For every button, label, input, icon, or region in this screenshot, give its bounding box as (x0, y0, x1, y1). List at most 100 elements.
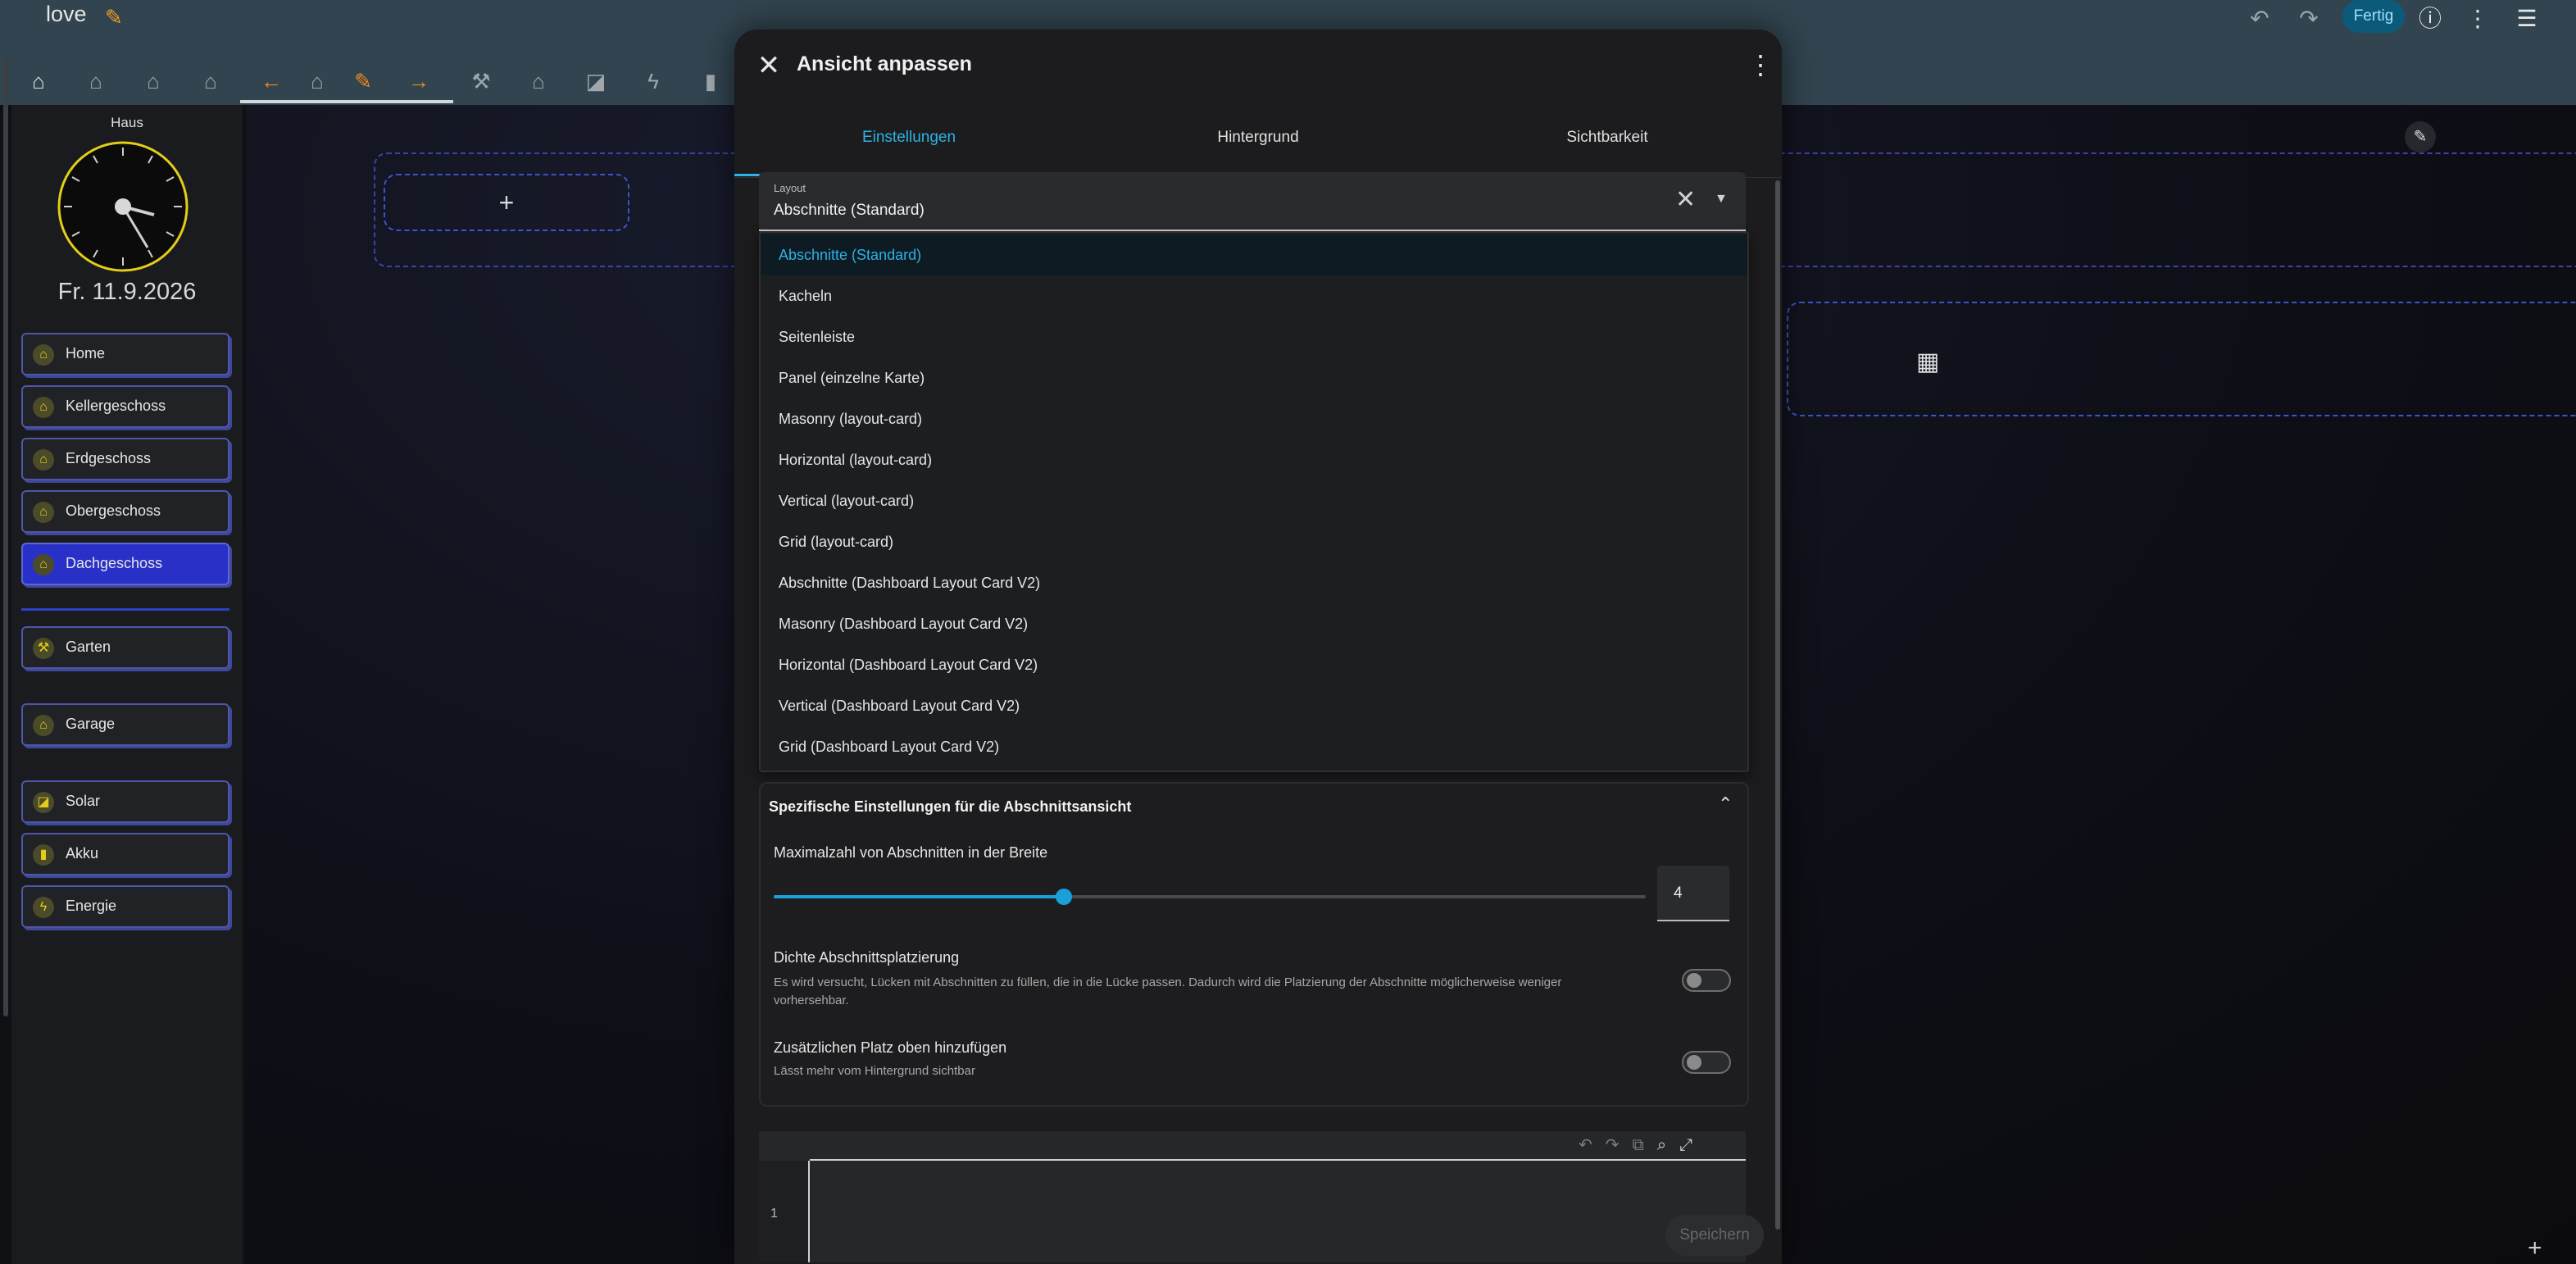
dropdown-arrow-icon[interactable]: ▼ (1715, 192, 1728, 207)
sidebar-item-label: Home (66, 345, 106, 361)
menu-item-label: Grid (layout-card) (779, 534, 894, 550)
copy-icon[interactable]: ⧉ (1633, 1136, 1657, 1154)
page-scrollbar[interactable] (3, 57, 8, 1016)
more-icon[interactable]: ⋮ (1747, 49, 1774, 80)
solar-icon: ◪ (33, 792, 54, 813)
help-icon[interactable]: ⓘ (2416, 5, 2444, 33)
tab-hintergrund[interactable]: Hintergrund (1084, 98, 1433, 177)
dialog-tabs: Einstellungen Hintergrund Sichtbarkeit (734, 98, 1782, 178)
editor-gutter: 1 (759, 1161, 810, 1262)
redo-icon[interactable]: ↷ (2295, 5, 2323, 33)
done-button[interactable]: Fertig (2342, 0, 2405, 33)
menu-item-label: Masonry (layout-card) (779, 411, 923, 427)
undo-icon[interactable]: ↶ (2246, 5, 2274, 33)
sidebar-item-kellergeschoss[interactable]: ⌂ Kellergeschoss (21, 385, 229, 428)
shovel-icon[interactable]: ⚒ (461, 61, 502, 102)
sidebar-item-obergeschoss[interactable]: ⌂ Obergeschoss (21, 490, 229, 533)
dialog-scrollbar[interactable] (1775, 180, 1780, 1230)
search-icon[interactable]: ⌕ (1657, 1136, 1679, 1154)
menu-item[interactable]: Panel (einzelne Karte) (761, 357, 1747, 398)
edit-badge-icon[interactable]: ✎ (2405, 121, 2436, 152)
arrow-left-icon[interactable]: ← (251, 61, 292, 102)
menu-item-label: Masonry (Dashboard Layout Card V2) (779, 616, 1029, 632)
menu-item[interactable]: Grid (Dashboard Layout Card V2) (761, 726, 1747, 767)
sidebar-item-energie[interactable]: ϟ Energie (21, 885, 229, 928)
menu-item[interactable]: Masonry (Dashboard Layout Card V2) (761, 603, 1747, 644)
sidebar-item-label: Kellergeschoss (66, 398, 166, 414)
menu-item[interactable]: Horizontal (layout-card) (761, 439, 1747, 480)
sidebar-item-label: Solar (66, 793, 101, 809)
solar-icon[interactable]: ◪ (575, 61, 616, 102)
yaml-editor[interactable]: ↶↷⧉⌕⤢ 1 (759, 1131, 1746, 1262)
menu-item[interactable]: Seitenleiste (761, 316, 1747, 357)
tab-sichtbarkeit[interactable]: Sichtbarkeit (1433, 98, 1782, 177)
menu-item[interactable]: Abschnitte (Dashboard Layout Card V2) (761, 562, 1747, 603)
sections-settings-panel: Spezifische Einstellungen für die Abschn… (759, 782, 1749, 1107)
pencil-icon[interactable]: ✎ (343, 61, 384, 102)
home-outline-icon[interactable]: ⌂ (190, 61, 231, 102)
close-icon[interactable]: ✕ (752, 49, 785, 82)
battery-icon: ▮ (33, 844, 54, 866)
home-icon[interactable]: ⌂ (18, 61, 59, 102)
slider-thumb[interactable] (1056, 889, 1073, 905)
fullscreen-icon[interactable]: ⤢ (1679, 1136, 1706, 1154)
menu-item-label: Panel (einzelne Karte) (779, 370, 925, 386)
sidebar-item-erdgeschoss[interactable]: ⌂ Erdgeschoss (21, 438, 229, 480)
redo-icon[interactable]: ↷ (1606, 1136, 1633, 1154)
sidebar-item-dachgeschoss[interactable]: ⌂ Dachgeschoss (21, 543, 229, 585)
editor-divider (810, 1159, 1746, 1161)
menu-item-label: Abschnitte (Standard) (779, 247, 922, 263)
layout-label: Layout (774, 182, 806, 194)
menu-item[interactable]: Kacheln (761, 275, 1747, 316)
sidebar-item-label: Erdgeschoss (66, 450, 152, 466)
chevron-up-icon[interactable]: ⌃ (1718, 793, 1733, 815)
menu-item-label: Vertical (layout-card) (779, 493, 915, 509)
garage-icon[interactable]: ⌂ (518, 61, 559, 102)
dense-placement-toggle[interactable] (1682, 969, 1731, 992)
sidebar-divider (21, 608, 229, 611)
view-tabs: ⌂ ⌂ ⌂ ⌂ ← ⌂ ✎ → ⚒ ⌂ ◪ ϟ ▮ (0, 59, 738, 105)
toggle-knob (1687, 973, 1701, 988)
max-columns-slider[interactable] (774, 889, 1646, 905)
menu-item[interactable]: Masonry (layout-card) (761, 398, 1747, 439)
menu-item[interactable]: Abschnitte (Standard) (761, 234, 1747, 275)
sidebar-item-label: Dachgeschoss (66, 555, 163, 571)
add-card-button[interactable]: + (384, 174, 629, 231)
toggle-knob (1687, 1055, 1701, 1070)
undo-icon[interactable]: ↶ (1579, 1136, 1606, 1154)
tab-einstellungen[interactable]: Einstellungen (734, 98, 1084, 177)
menu-item[interactable]: Vertical (layout-card) (761, 480, 1747, 521)
sidebar-item-garage[interactable]: ⌂ Garage (21, 703, 229, 746)
menu-item-label: Abschnitte (Dashboard Layout Card V2) (779, 575, 1041, 591)
sidebar-caption: Haus (111, 115, 143, 130)
home-outline-icon[interactable]: ⌂ (75, 61, 116, 102)
max-columns-input[interactable]: 4 (1657, 866, 1729, 921)
top-margin-title: Zusätzlichen Platz oben hinzufügen (774, 1039, 1007, 1056)
layout-select[interactable]: Layout Abschnitte (Standard) ✕ ▼ (759, 172, 1746, 231)
sidebar-item-home[interactable]: ⌂ Home (21, 333, 229, 375)
arrow-right-icon[interactable]: → (398, 61, 439, 102)
add-section-icon[interactable]: ▦ (1916, 348, 1939, 376)
battery-icon[interactable]: ▮ (690, 61, 731, 102)
dense-placement-title: Dichte Abschnittsplatzierung (774, 949, 960, 966)
sidebar-item-akku[interactable]: ▮ Akku (21, 833, 229, 875)
shovel-icon: ⚒ (33, 638, 54, 659)
section-placeholder[interactable] (1787, 302, 2576, 416)
sidebar-item-solar[interactable]: ◪ Solar (21, 780, 229, 823)
top-margin-toggle[interactable] (1682, 1051, 1731, 1074)
plus-icon[interactable]: + (2528, 1234, 2542, 1262)
save-button[interactable]: Speichern (1665, 1215, 1764, 1256)
menu-item-label: Grid (Dashboard Layout Card V2) (779, 739, 1000, 755)
more-icon[interactable]: ⋮ (2464, 5, 2492, 33)
lightning-icon[interactable]: ϟ (633, 61, 674, 102)
home-outline-icon[interactable]: ⌂ (133, 61, 174, 102)
pencil-icon[interactable]: ✎ (105, 7, 126, 28)
edit-list-icon[interactable]: ☰ (2513, 5, 2541, 33)
menu-item[interactable]: Vertical (Dashboard Layout Card V2) (761, 685, 1747, 726)
menu-item[interactable]: Horizontal (Dashboard Layout Card V2) (761, 644, 1747, 685)
sidebar-item-garten[interactable]: ⚒ Garten (21, 626, 229, 669)
home-outline-icon[interactable]: ⌂ (297, 61, 338, 102)
menu-item[interactable]: Grid (layout-card) (761, 521, 1747, 562)
clear-icon[interactable]: ✕ (1675, 185, 1696, 214)
sidebar: Haus Fr. 11.9.2026 ⌂ Home ⌂ Kellergescho… (11, 105, 243, 1264)
